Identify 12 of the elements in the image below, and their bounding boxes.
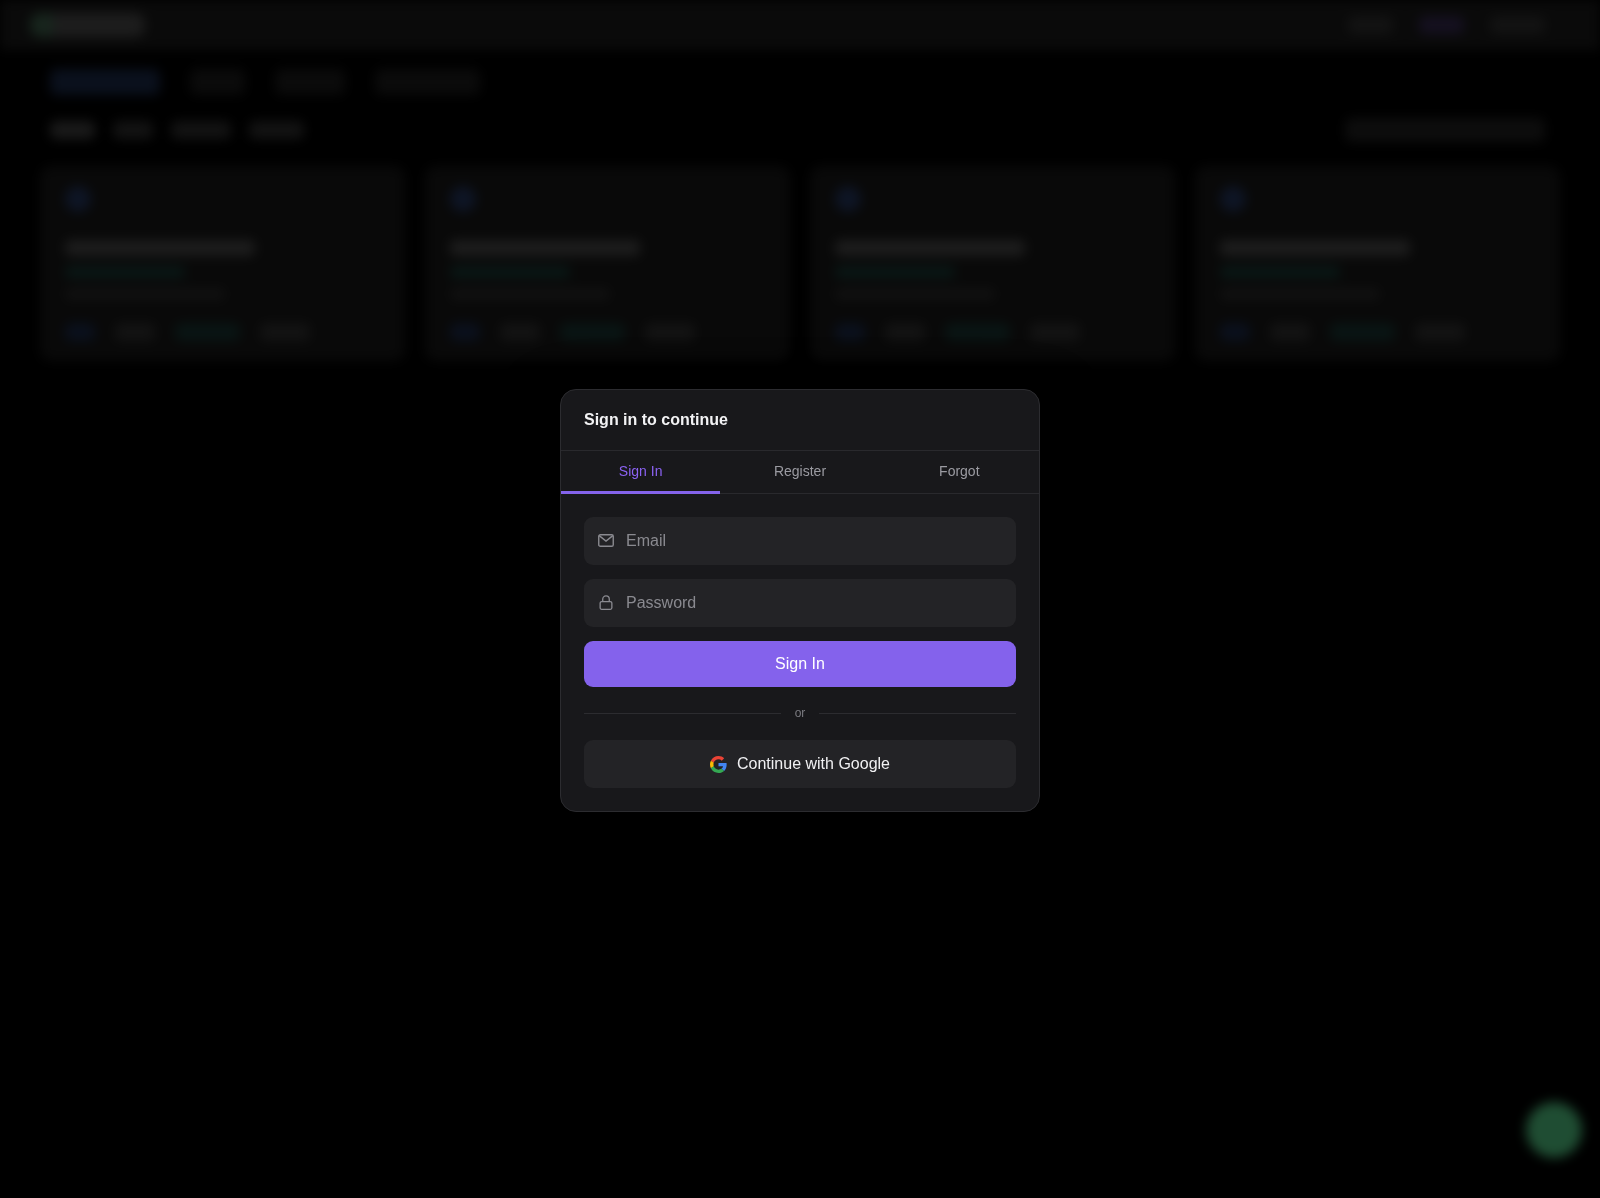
google-sign-in-button[interactable]: Continue with Google <box>584 740 1016 788</box>
tab[interactable]: Sign In <box>561 451 721 494</box>
lock-icon <box>598 595 614 610</box>
sign-in-button[interactable]: Sign In <box>584 641 1016 687</box>
divider-label: or <box>794 706 806 720</box>
tab[interactable]: Register <box>720 451 880 494</box>
password-field[interactable]: Password <box>584 579 1016 627</box>
tab[interactable]: Forgot <box>879 451 1039 494</box>
envelope-icon <box>598 533 614 548</box>
email-field[interactable]: Email <box>584 517 1016 565</box>
google-g-icon <box>710 755 727 773</box>
dialog-title: Sign in to continue <box>584 411 728 429</box>
